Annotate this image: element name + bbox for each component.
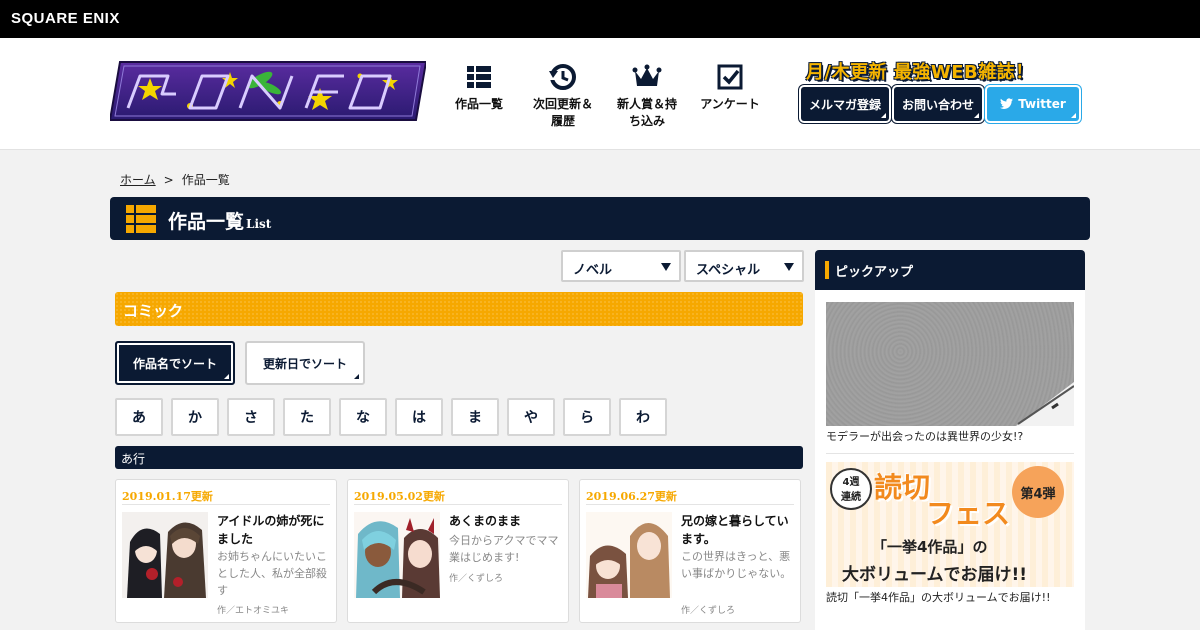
fest-banner-line2: 大ボリュームでお届け!! [842,565,1027,585]
page-title: 作品一覧 List [168,207,271,234]
work-update-date: 2019.06.27更新 [586,490,677,503]
fest-badge: 4週連続 [830,468,872,510]
work-title: アイドルの姉が死にました [217,514,325,546]
nav-survey[interactable]: アンケート [690,62,770,113]
divider [826,453,1074,454]
twitter-button[interactable]: Twitter [987,87,1079,121]
top-bar: SQUARE ENIX [0,0,1200,38]
fest-title-1: 読切 [874,471,931,504]
work-title: 兄の嫁と暮らしています。 [681,514,789,546]
refresh-clock-icon [549,64,576,90]
sort-by-date-button[interactable]: 更新日でソート [245,341,365,385]
triangle-down-icon [784,263,794,271]
accent-mark [825,261,829,279]
kana-filter-wa[interactable]: わ [619,398,667,436]
pickup-title: ピックアップ [835,265,914,280]
work-update-date: 2019.05.02更新 [354,490,445,503]
work-thumbnail [586,512,672,598]
kana-filter-na[interactable]: な [339,398,387,436]
kana-filter-ka[interactable]: か [171,398,219,436]
fest-banner-line1: 「一挙4作品」の [872,538,988,556]
nav-label: 作品一覧 [454,97,503,111]
site-logo[interactable] [110,58,426,124]
kana-filter-ma[interactable]: ま [451,398,499,436]
nav-label: アンケート [700,97,760,111]
nav-works-list[interactable]: 作品一覧 [439,62,519,113]
pickup-header: ピックアップ [815,250,1085,290]
divider [122,504,330,505]
list-icon [126,205,156,233]
work-description: 今日からアクマでママ業はじめます! [449,534,559,564]
nav-next-update[interactable]: 次回更新＆履歴 [523,62,603,130]
work-author: 作／くずしろ [681,606,736,616]
novel-select[interactable]: ノベル [561,250,681,282]
kana-filter-ta[interactable]: た [283,398,331,436]
pickup-sidebar: ピックアップ モデラーが出会ったのは異世界の少女!? 4週連続 読切 フェス 第… [815,250,1085,630]
fest-round-badge: 第4弾 [1012,466,1064,518]
twitter-label: Twitter [1018,97,1066,111]
mailmag-button[interactable]: メルマガ登録 [801,87,889,121]
comic-section-header: コミック [115,292,803,326]
oneshot-fest-banner[interactable]: 4週連続 読切 フェス 第4弾 「一挙4作品」の 大ボリュームでお届け!! [826,462,1074,587]
work-card[interactable]: 2019.05.02更新 あくまのまま 今日からアクマでママ業はじめます! 作／… [347,479,569,623]
breadcrumb-home[interactable]: ホーム [120,173,156,187]
nav-label: 次回更新＆履歴 [532,97,593,128]
kana-filter-ya[interactable]: や [507,398,555,436]
novel-select-label: ノベル [573,263,613,278]
work-update-date: 2019.01.17更新 [122,490,213,503]
special-select[interactable]: スペシャル [684,250,804,282]
page-title-main: 作品一覧 [168,211,245,233]
breadcrumb-current: 作品一覧 [181,173,230,187]
pencil-image [1016,382,1074,426]
divider [354,504,562,505]
page-title-bar: 作品一覧 List [110,197,1090,240]
pickup-banner-image[interactable] [826,302,1074,426]
breadcrumb-separator: > [163,173,174,187]
page-title-sub: List [246,217,272,231]
work-description: この世界はきっと、悪い事ばかりじゃない。 [681,550,792,580]
work-card[interactable]: 2019.06.27更新 兄の嫁と暮らしています。 この世界はきっと、悪い事ばか… [579,479,801,623]
square-enix-brand[interactable]: SQUARE ENIX [11,10,120,27]
kana-filter-ra[interactable]: ら [563,398,611,436]
contact-button[interactable]: お問い合わせ [894,87,982,121]
twitter-bird-icon [1000,98,1014,109]
kana-filter-a[interactable]: あ [115,398,163,436]
breadcrumb: ホーム > 作品一覧 [120,171,230,188]
work-thumbnail [122,512,208,598]
nav-newcomer-award[interactable]: 新人賞＆持ち込み [607,62,687,130]
pickup-caption[interactable]: モデラーが出会ったのは異世界の少女!? [826,428,1023,444]
divider [586,504,794,505]
triangle-down-icon [661,263,671,271]
work-author: 作／エトオミユキ [217,606,290,616]
sort-by-name-button[interactable]: 作品名でソート [115,341,235,385]
list-icon [467,66,491,88]
work-title: あくまのまま [449,514,522,528]
work-card[interactable]: 2019.01.17更新 アイドルの姉が死にました お姉ちゃんにいたいことした人… [115,479,337,623]
kana-filter-sa[interactable]: さ [227,398,275,436]
fest-badge-line1: 4週 [842,477,860,488]
work-thumbnail [354,512,440,598]
pickup-caption[interactable]: 読切「一挙4作品」の大ボリュームでお届け!! [826,589,1051,605]
tagline: 月/木更新 最強WEB雑誌！ [806,62,1034,83]
fest-round: 第4弾 [1020,486,1056,502]
work-description: お姉ちゃんにいたいことした人、私が全部殺す [217,550,327,597]
fest-badge-line2: 連続 [841,492,861,503]
checkbox-icon [717,64,743,90]
work-author: 作／くずしろ [449,574,504,584]
nav-label: 新人賞＆持ち込み [617,97,678,128]
kana-filter-ha[interactable]: は [395,398,443,436]
special-select-label: スペシャル [696,263,761,278]
fest-title-2: フェス [926,497,1011,530]
site-header: 作品一覧 次回更新＆履歴 新人賞＆持ち込み アンケート 月/木更新 最強WEB雑… [0,38,1200,150]
kana-row-header: あ行 [115,446,803,469]
crown-icon [632,64,662,86]
comic-section-title: コミック [123,302,184,320]
kana-row-label: あ行 [121,452,146,466]
